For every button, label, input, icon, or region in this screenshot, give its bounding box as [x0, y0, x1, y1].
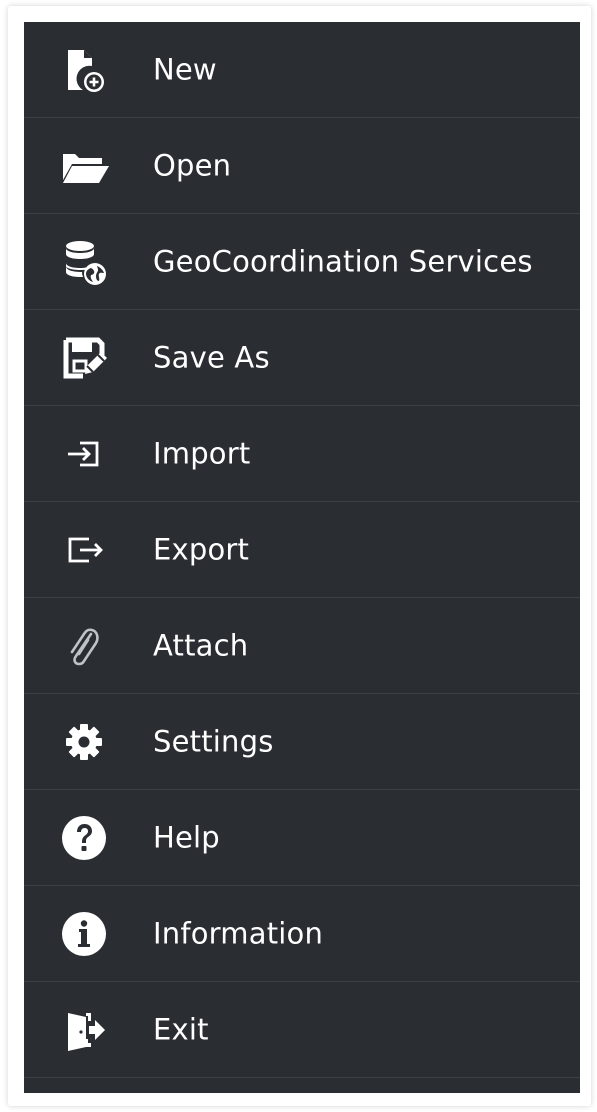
gear-icon	[58, 716, 110, 768]
menu-item-export[interactable]: Export	[24, 502, 580, 598]
menu-item-label: Exit	[153, 1011, 209, 1046]
export-icon	[58, 524, 110, 576]
folder-open-icon	[58, 140, 110, 192]
info-icon	[58, 908, 110, 960]
import-icon	[58, 428, 110, 480]
menu-item-label: Information	[153, 915, 324, 950]
menu-item-exit[interactable]: Exit	[24, 982, 580, 1078]
menu-item-label: Open	[153, 147, 232, 182]
database-globe-icon	[58, 236, 110, 288]
menu-item-label: Settings	[153, 723, 274, 758]
menu-item-information[interactable]: Information	[24, 886, 580, 982]
menu-item-open[interactable]: Open	[24, 118, 580, 214]
menu-item-label: Save As	[153, 339, 270, 374]
menu-item-new[interactable]: New	[24, 22, 580, 118]
menu-item-label: Help	[153, 819, 220, 854]
menu-item-label: GeoCoordination Services	[153, 243, 533, 278]
menu-item-settings[interactable]: Settings	[24, 694, 580, 790]
save-as-icon	[58, 332, 110, 384]
new-file-icon	[58, 44, 110, 96]
help-icon	[58, 812, 110, 864]
menu-item-save-as[interactable]: Save As	[24, 310, 580, 406]
menu-item-label: Attach	[153, 627, 249, 662]
file-menu: New Open GeoCoordination Services Save A…	[24, 22, 580, 1093]
menu-item-geocoordination-services[interactable]: GeoCoordination Services	[24, 214, 580, 310]
menu-item-help[interactable]: Help	[24, 790, 580, 886]
menu-item-label: New	[153, 51, 217, 86]
exit-icon	[58, 1004, 110, 1056]
paperclip-icon	[58, 620, 110, 672]
menu-item-label: Export	[153, 531, 250, 566]
menu-item-label: Import	[153, 435, 251, 470]
menu-item-import[interactable]: Import	[24, 406, 580, 502]
menu-item-attach[interactable]: Attach	[24, 598, 580, 694]
